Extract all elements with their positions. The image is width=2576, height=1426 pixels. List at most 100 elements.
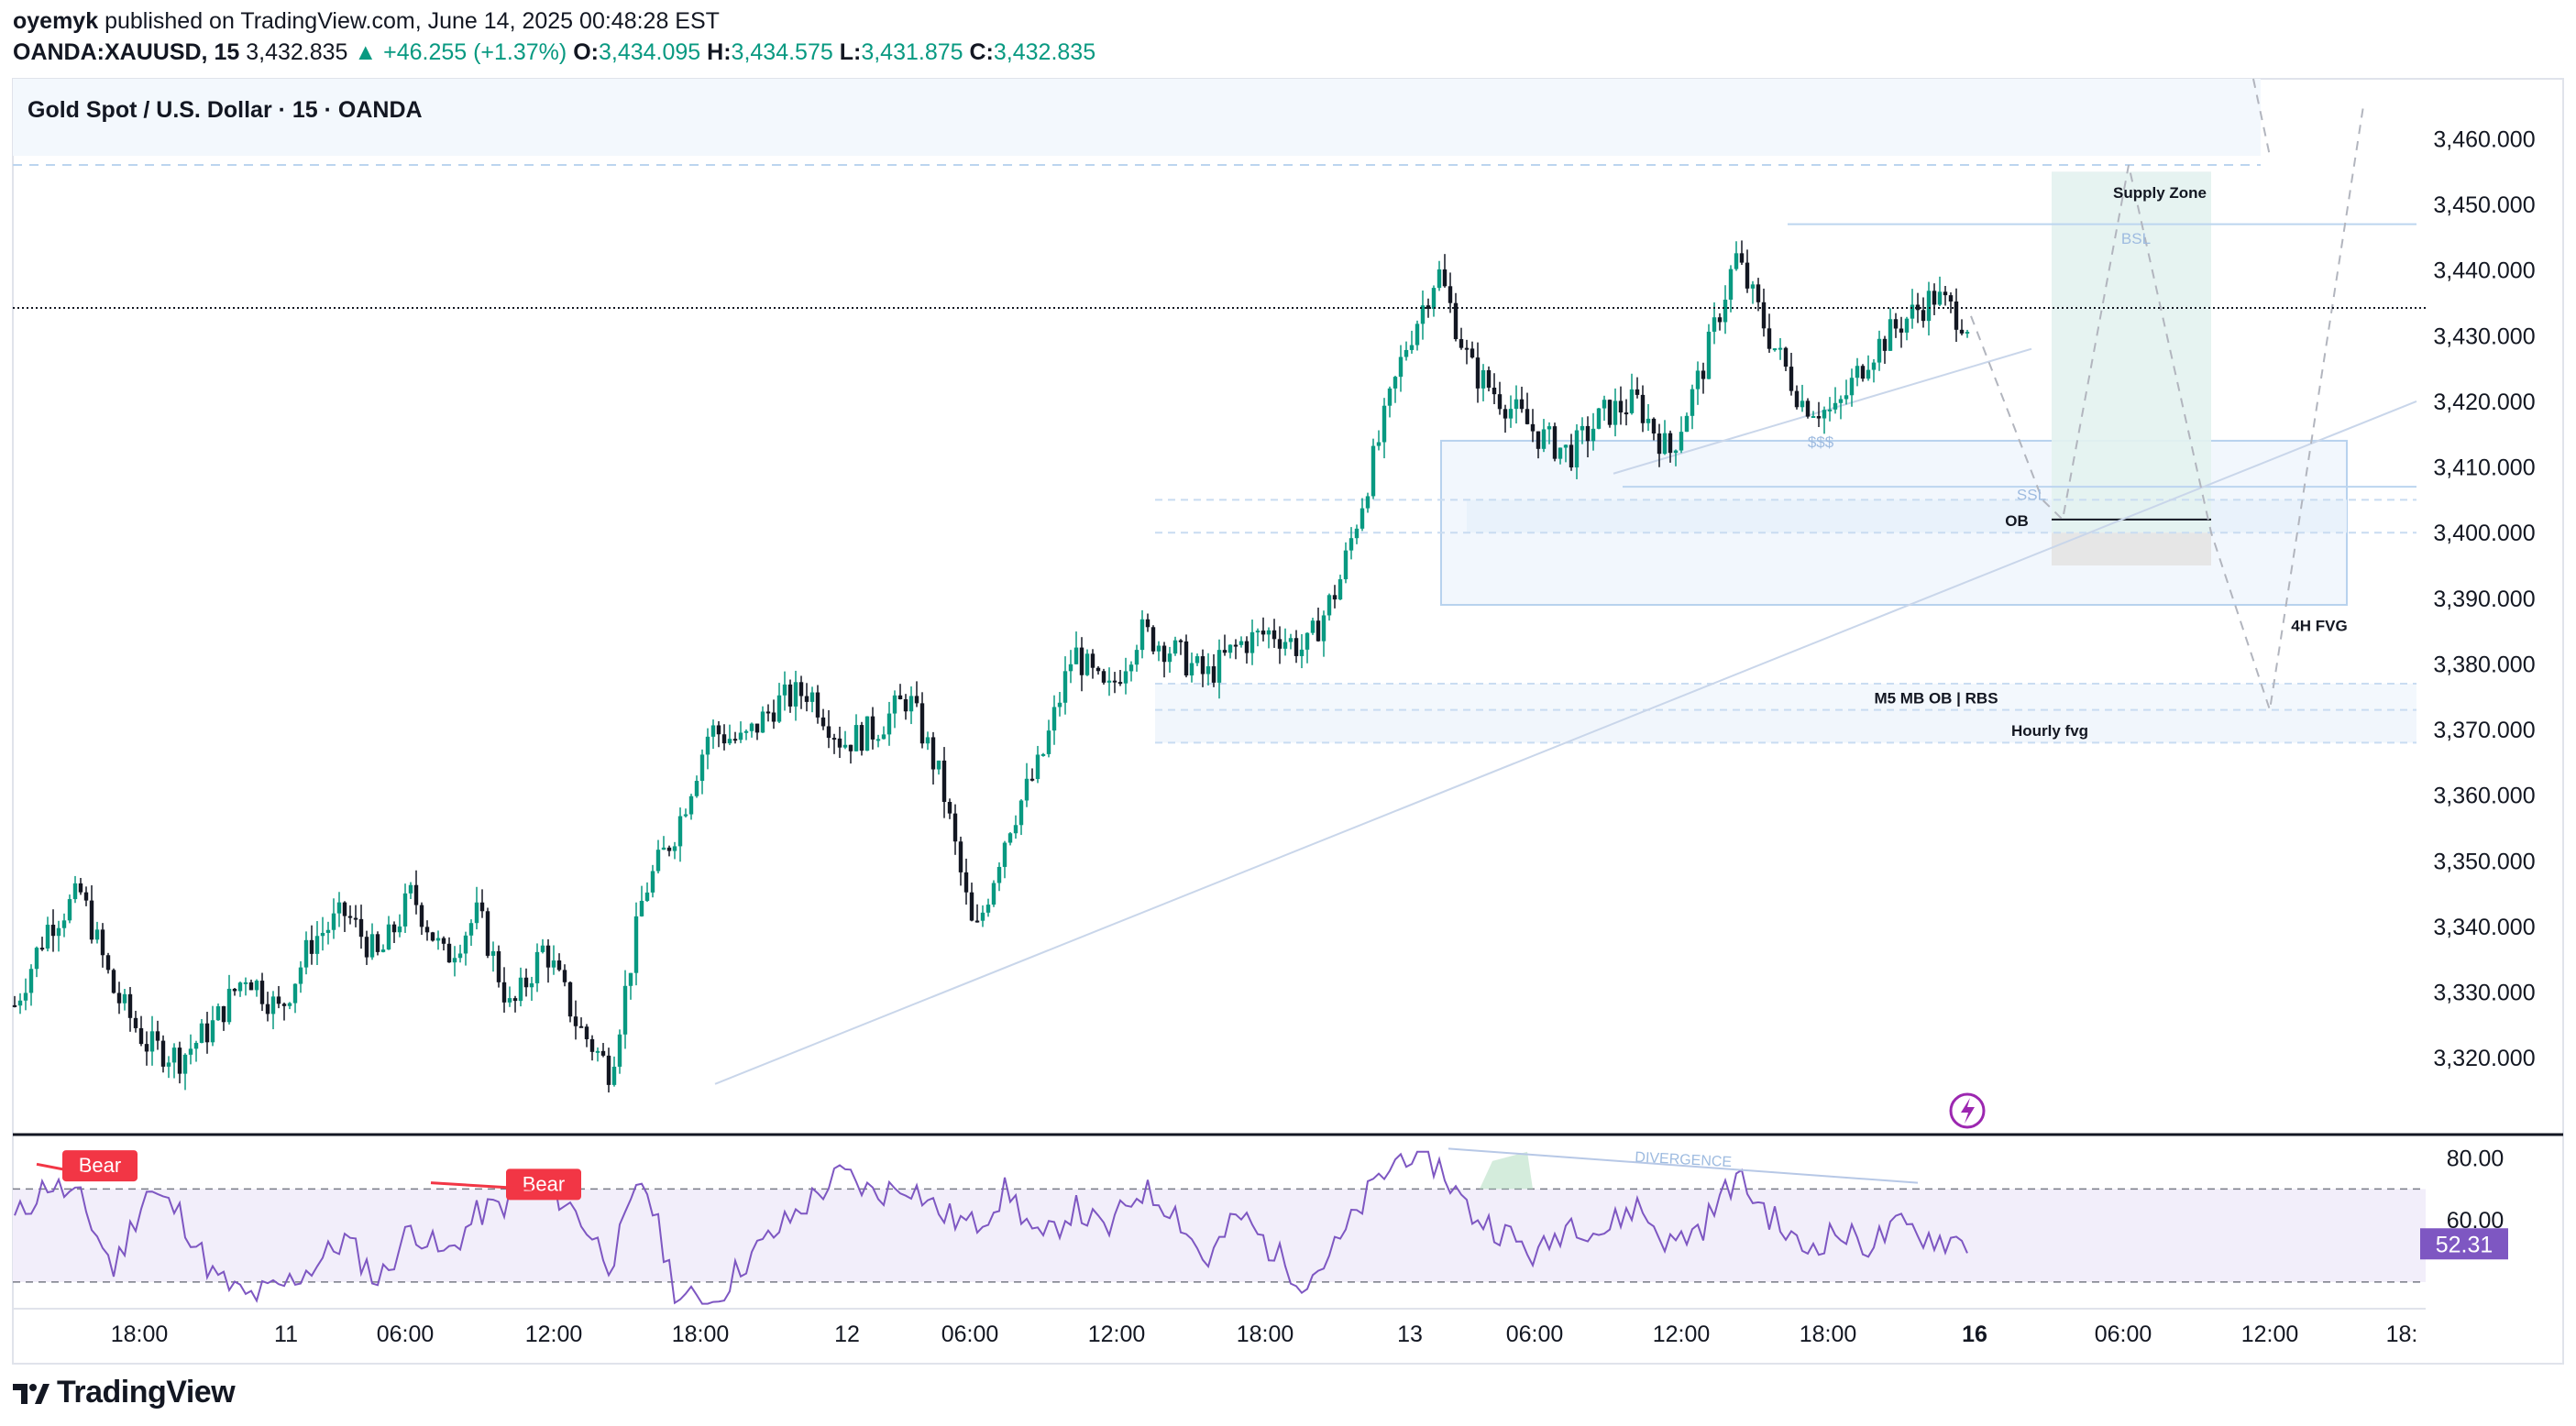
candle-body [1161,645,1167,663]
candle-body [1723,299,1728,323]
candle-body [974,920,980,923]
candle-body [1321,615,1327,642]
price-tick-label: 3,360.000 [2433,784,2535,809]
candle-body [353,917,358,920]
candle-body [78,883,83,893]
tradingview-logo[interactable]: TradingView [13,1375,236,1410]
candle-body [23,993,28,1001]
rsi-pane: DIVERGENCEBearBear [13,1147,2426,1305]
candle-body [804,696,809,702]
candle-body [589,1038,595,1052]
rsi-axis: 80.0060.0052.31 [2420,1146,2508,1260]
candle-body [1277,639,1282,649]
candle-body [1624,412,1629,415]
candle-body [1029,778,1035,781]
bolt-icon[interactable] [1949,1092,1986,1129]
candle-body [1580,425,1585,431]
candle-body [1211,666,1216,683]
candle-body [1073,647,1079,664]
candle-body [254,981,259,991]
candle-body [1299,649,1305,656]
candle-body [496,950,501,982]
candle-body [820,717,826,727]
candle-body [941,760,947,803]
candle-body [650,871,655,893]
annotation-zones [1155,171,2416,744]
candle-body [1503,409,1508,419]
candle-body [446,943,452,963]
candle-body [600,1050,606,1056]
candle-body [831,738,837,740]
candle-body [490,950,496,956]
candle-body [1183,641,1189,676]
candle-body [1827,409,1833,411]
candle-body [1227,644,1233,653]
time-tick-label: 18:00 [1800,1322,1857,1347]
candle-body [1481,369,1486,389]
candle-body [1855,366,1860,378]
time-tick-label: 13 [1397,1322,1423,1347]
candle-body [1271,630,1277,640]
candle-body [1448,286,1453,303]
candle-body [815,692,820,718]
candle-body [61,920,67,928]
candle-body [1866,369,1871,379]
candle-body [1057,702,1062,708]
annotation-m5-mb-ob-rbs: M5 MB OB | RBS [1874,689,1998,707]
candle-body [859,725,864,751]
candle-body [749,723,754,731]
candle-body [45,925,50,949]
candle-body [1805,400,1811,417]
candle-body [265,1004,270,1015]
candle-body [226,988,232,1023]
candle-body [738,732,743,740]
time-tick-label: 18: [2386,1322,2418,1347]
candle-body [1398,356,1404,378]
candle-body [1904,318,1910,333]
candle-body [1415,324,1420,346]
chart-canvas[interactable]: Gold Spot / U.S. Dollar · 15 · OANDA Sup… [0,0,2576,1426]
candle-body [1486,369,1492,388]
candle-body [666,847,672,851]
candle-body [292,983,298,1004]
time-axis[interactable]: 18:00 11 06:00 12:00 18:00 12 06:00 12:00 18:00 1… [111,1322,2418,1347]
candle-body [1200,656,1205,675]
candle-body [518,977,523,1002]
candle-body [710,725,716,737]
candle-body [1728,269,1734,300]
candle-body [1519,399,1525,410]
rsi-current-value: 52.31 [2436,1232,2493,1257]
candle-body [177,1048,182,1074]
candle-body [1112,680,1117,683]
candle-body [980,912,985,921]
candle-body [958,841,963,872]
candle-body [765,711,771,714]
candle-body [452,958,457,963]
candle-body [199,1023,204,1043]
price-axis[interactable]: 3,460.000 3,450.000 3,440.000 3,430.000 3,42… [2433,126,2535,1071]
candle-body [776,695,782,722]
candle-body [105,955,111,971]
candle-body [617,1034,622,1067]
candle-body [1695,370,1701,389]
candle-body [1051,707,1057,731]
candle-body [853,725,859,751]
candle-body [1260,631,1266,635]
candle-body [1640,394,1646,423]
candle-body [1437,269,1442,289]
candle-body [1921,310,1926,322]
candle-body [1849,378,1855,396]
annotation-: $$$ [1808,433,1834,451]
candle-body [1739,253,1745,263]
candle-body [1376,442,1382,446]
candle-body [523,977,529,988]
candle-body [89,900,94,940]
candle-body [364,937,369,958]
candle-body [782,684,787,696]
candle-body [1068,664,1073,672]
candle-body [1079,647,1084,675]
candle-body [1690,389,1695,416]
candle-body [1844,395,1849,400]
candle-body [562,970,567,982]
candle-body [303,939,309,968]
